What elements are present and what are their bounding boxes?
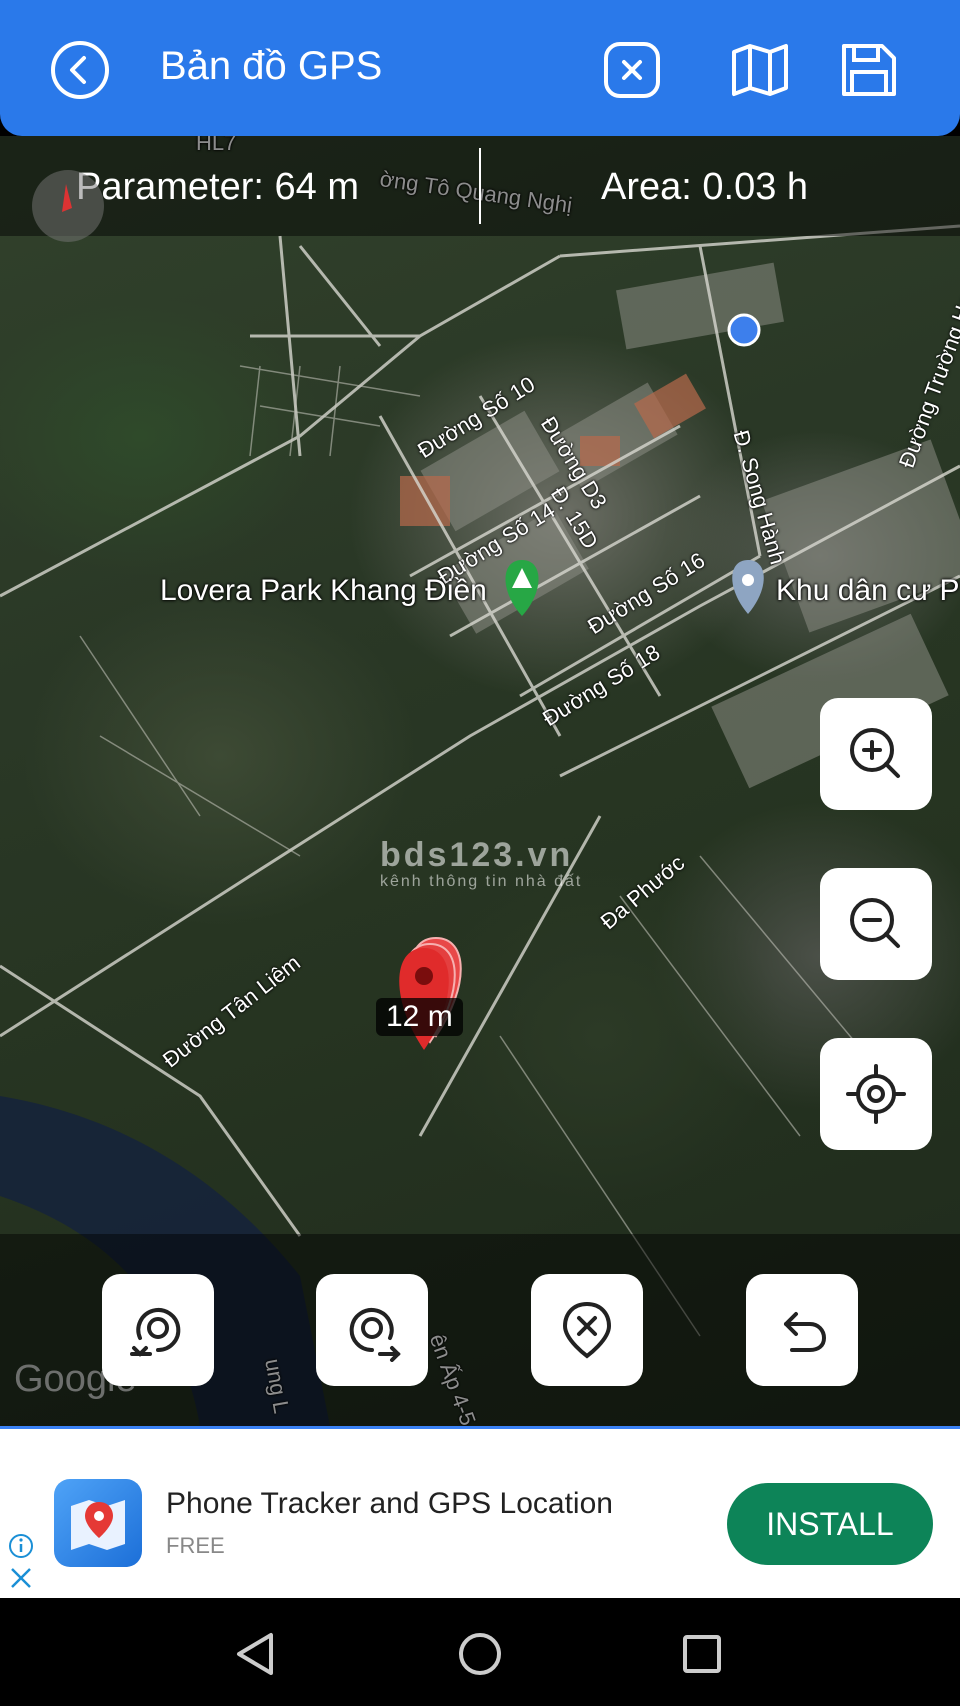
undo-button[interactable]: [746, 1274, 858, 1386]
ad-price: FREE: [166, 1533, 225, 1558]
divider: [479, 148, 481, 224]
distance-label: 12 m: [376, 998, 463, 1036]
nav-recents-button[interactable]: [672, 1624, 732, 1684]
ad-close-icon[interactable]: [8, 1565, 34, 1591]
rotate-left-button[interactable]: [102, 1274, 214, 1386]
back-circle-icon: [51, 41, 109, 99]
area-value: Area: 0.03 h: [601, 166, 809, 208]
zoom-in-button[interactable]: [820, 698, 932, 810]
app-header: Bản đồ GPS: [0, 0, 960, 136]
install-button[interactable]: INSTALL: [727, 1483, 933, 1565]
back-button[interactable]: [44, 34, 116, 106]
save-button[interactable]: [832, 34, 904, 106]
my-location-icon: [846, 1064, 906, 1124]
measurement-bar: Parameter: 64 m Area: 0.03 h: [0, 136, 960, 242]
rotate-right-location-icon: [349, 1308, 401, 1362]
clear-box-icon: [604, 42, 660, 98]
page-title: Bản đồ GPS: [160, 44, 383, 88]
back-triangle-icon: [237, 1633, 273, 1675]
system-nav-bar: [0, 1598, 960, 1706]
remove-pin-icon: [562, 1301, 612, 1359]
map-roads: [0, 224, 960, 1426]
clear-button[interactable]: [596, 34, 668, 106]
place-label-residential[interactable]: Khu dân cư P: [776, 574, 960, 608]
my-location-button[interactable]: [820, 1038, 932, 1150]
nav-home-button[interactable]: [450, 1624, 510, 1684]
map-icon: [732, 44, 788, 96]
zoom-out-icon: [850, 898, 900, 948]
remove-pin-button[interactable]: [531, 1274, 643, 1386]
rotate-right-button[interactable]: [316, 1274, 428, 1386]
map-type-button[interactable]: [724, 34, 796, 106]
recents-square-icon: [683, 1635, 721, 1673]
map-pin-app-icon: [71, 1500, 125, 1550]
home-circle-icon: [459, 1633, 501, 1675]
app-icon[interactable]: [54, 1479, 142, 1567]
watermark: bds123.vn kênh thông tin nhà đất: [380, 836, 583, 890]
ad-info-icon[interactable]: [8, 1533, 34, 1559]
zoom-out-button[interactable]: [820, 868, 932, 980]
ad-banner[interactable]: Phone Tracker and GPS Location FREE INST…: [0, 1426, 960, 1598]
compass-icon[interactable]: [32, 170, 104, 242]
zoom-in-icon: [850, 728, 900, 778]
undo-icon: [784, 1312, 827, 1352]
nav-back-button[interactable]: [226, 1624, 286, 1684]
ad-title[interactable]: Phone Tracker and GPS Location: [166, 1487, 613, 1521]
map-view[interactable]: Parameter: 64 m Area: 0.03 h HL7 ờng Tô …: [0, 136, 960, 1426]
perimeter-value: Parameter: 64 m: [76, 166, 359, 208]
place-label-park[interactable]: Lovera Park Khang Điền: [160, 574, 487, 608]
rotate-left-location-icon: [130, 1308, 181, 1357]
save-icon: [842, 44, 896, 96]
